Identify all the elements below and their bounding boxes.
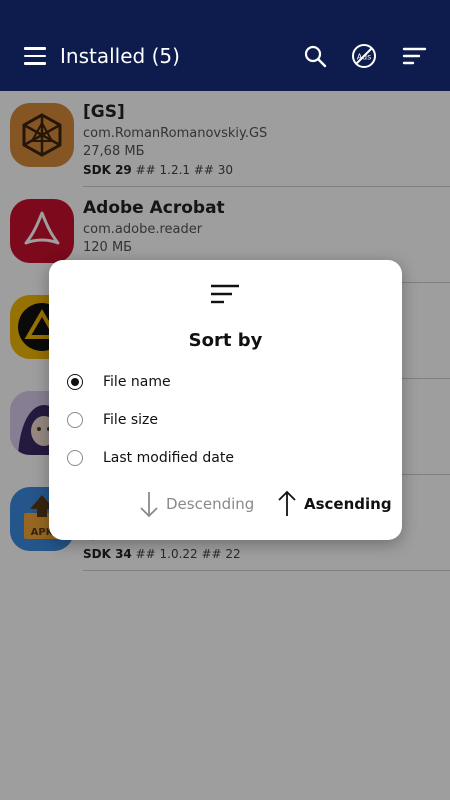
sort-option-file-name[interactable]: File name [67,371,367,395]
arrow-up-icon [278,490,296,516]
sort-option-last-modified[interactable]: Last modified date [67,447,367,471]
sort-icon [211,284,239,304]
page-title: Installed (5) [60,44,180,68]
radio-button-checked[interactable] [67,374,83,390]
sort-icon[interactable] [401,42,429,70]
option-label: File size [103,412,159,428]
radio-button[interactable] [67,450,83,466]
arrow-down-icon [140,492,158,518]
radio-button[interactable] [67,412,83,428]
no-ads-icon[interactable]: Ads [350,42,378,70]
search-icon[interactable] [301,42,329,70]
sort-dialog: Sort by File name File size Last modifie… [49,260,402,540]
ascending-label: Ascending [304,495,392,513]
descending-label: Descending [166,495,255,513]
option-label: Last modified date [103,450,234,466]
menu-icon[interactable] [24,47,46,65]
option-label: File name [103,374,171,390]
dialog-title: Sort by [188,330,263,351]
sort-option-file-size[interactable]: File size [67,409,367,433]
app-bar: Installed (5) Ads [0,0,450,91]
